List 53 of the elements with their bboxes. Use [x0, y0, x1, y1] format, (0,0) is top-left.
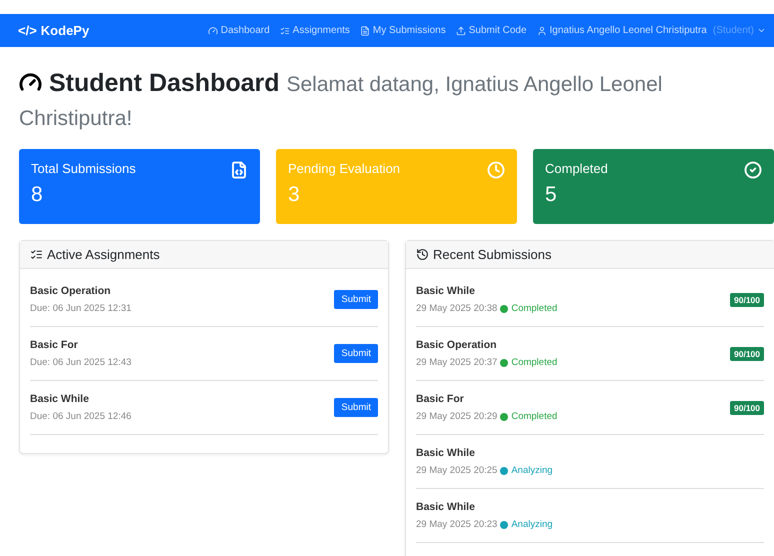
submit-button[interactable]: Submit	[334, 344, 378, 363]
stat-label: Completed	[545, 161, 608, 176]
submission-name: Basic While	[416, 285, 476, 297]
user-icon	[536, 26, 547, 36]
code-file-icon	[230, 161, 248, 179]
assignment-name: Basic While	[30, 393, 90, 405]
submit-button[interactable]: Submit	[334, 398, 378, 417]
submission-name: Basic For	[416, 393, 465, 405]
clock-icon	[487, 161, 505, 179]
score-badge: 90/100	[730, 400, 764, 414]
document-icon	[360, 26, 370, 36]
nav-link[interactable]: Dashboard	[208, 25, 270, 36]
check-circle-icon	[744, 161, 762, 179]
nav-link[interactable]: Assignments	[280, 25, 350, 36]
page-heading: Student Dashboard Selamat datang, Ignatius Angello Leonel Christiputra!	[19, 68, 664, 132]
submission-date: 29 May 2025 20:29	[416, 411, 498, 422]
submission-status: Completed	[511, 411, 558, 422]
submission-name: Basic While	[416, 447, 476, 459]
score-badge: 90/100	[730, 346, 764, 360]
panel-title: Recent Submissions	[433, 247, 552, 262]
list-icon	[280, 26, 290, 36]
history-icon	[416, 248, 429, 261]
brand-logo[interactable]: </> KodePy	[18, 23, 90, 38]
due-date: Due: 06 Jun 2025 12:43	[30, 357, 132, 368]
stat-label: Pending Evaluation	[288, 161, 400, 176]
score-badge: 90/100	[730, 292, 764, 306]
due-date: Due: 06 Jun 2025 12:31	[30, 303, 132, 314]
assignment-name: Basic For	[30, 339, 79, 351]
upload-icon	[456, 26, 466, 36]
submit-button[interactable]: Submit	[334, 290, 378, 309]
panel-title: Active Assignments	[47, 247, 160, 262]
submission-date: 29 May 2025 20:38	[416, 303, 498, 314]
list-icon	[30, 248, 43, 261]
stat-label: Total Submissions	[31, 161, 136, 176]
submission-status: Analyzing	[511, 465, 553, 476]
submission-date: 29 May 2025 20:25	[416, 465, 498, 476]
submission-status: Analyzing	[511, 519, 553, 530]
caret-icon	[757, 26, 766, 35]
submission-date: 29 May 2025 20:37	[416, 357, 498, 368]
submission-status: Completed	[511, 357, 558, 368]
submission-date: 29 May 2025 20:23	[416, 519, 498, 530]
stat-value: 5	[545, 183, 558, 207]
due-date: Due: 06 Jun 2025 12:46	[30, 411, 132, 422]
assignment-name: Basic Operation	[30, 285, 112, 297]
submission-name: Basic While	[416, 501, 476, 513]
nav-link[interactable]: Submit Code	[456, 25, 527, 36]
submission-status: Completed	[511, 303, 558, 314]
stat-value: 8	[31, 183, 44, 207]
stat-value: 3	[288, 183, 301, 207]
submission-name: Basic Operation	[416, 339, 498, 351]
user-menu[interactable]: Ignatius Angello Leonel Christiputra (Student)	[536, 25, 766, 36]
gauge-icon	[208, 26, 218, 36]
nav-link[interactable]: My Submissions	[360, 25, 446, 36]
